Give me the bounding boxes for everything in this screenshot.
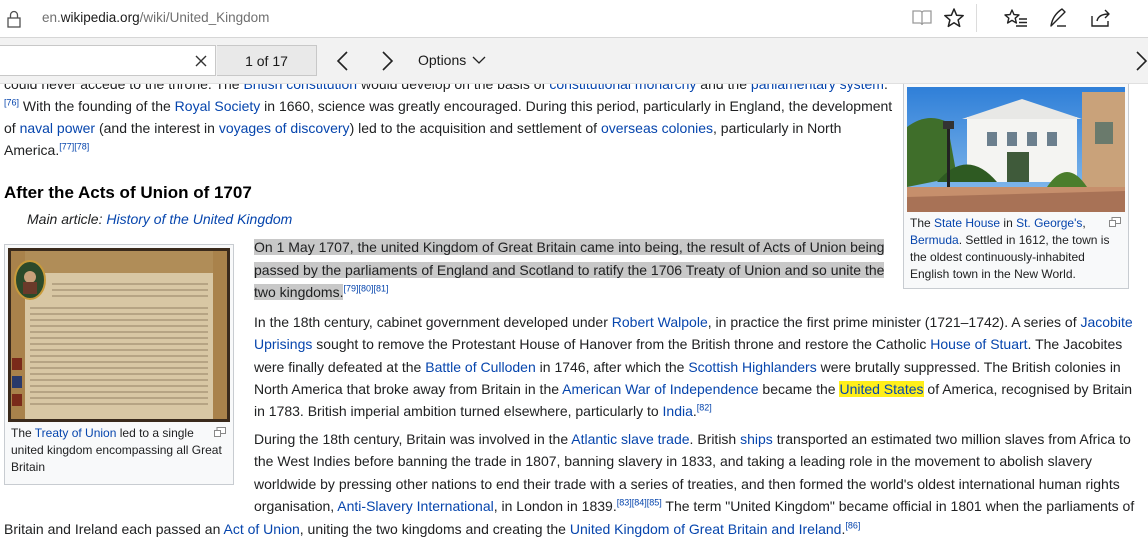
- citation-link[interactable]: [86]: [845, 520, 860, 530]
- pen-icon[interactable]: [1045, 6, 1071, 30]
- citation-link[interactable]: [82]: [697, 403, 712, 413]
- link-house-of-stuart[interactable]: House of Stuart: [930, 336, 1027, 352]
- link-uk-of-great-britain-and-ireland[interactable]: United Kingdom of Great Britain and Irel…: [570, 521, 842, 537]
- text: . British: [689, 431, 741, 447]
- favorites-hub-icon[interactable]: [1003, 6, 1029, 30]
- link-robert-walpole[interactable]: Robert Walpole: [612, 314, 708, 330]
- link-treaty-of-union[interactable]: Treaty of Union: [35, 426, 117, 440]
- link-history-of-uk[interactable]: History of the United Kingdom: [106, 211, 292, 227]
- magnify-icon[interactable]: [214, 427, 226, 437]
- link-overseas-colonies[interactable]: overseas colonies: [601, 120, 713, 136]
- thumbnail-caption: The Treaty of Union led to a single unit…: [8, 422, 230, 476]
- text: , in London in 1839.: [493, 497, 617, 514]
- treaty-of-union-image[interactable]: [8, 248, 230, 422]
- citation-link[interactable]: [77][78]: [59, 141, 89, 151]
- options-dropdown[interactable]: Options: [418, 52, 486, 68]
- chevron-left-icon[interactable]: [333, 50, 353, 72]
- share-icon[interactable]: [1088, 6, 1114, 30]
- thumbnail-caption: The State House in St. George's, Bermuda…: [907, 212, 1125, 283]
- chevron-right-icon[interactable]: [377, 50, 397, 72]
- close-icon[interactable]: [193, 53, 209, 69]
- paragraph-18th-century: In the 18th century, cabinet government …: [254, 311, 1139, 422]
- text: sought to remove the Protestant: [312, 336, 520, 353]
- link-naval-power[interactable]: naval power: [20, 120, 96, 136]
- citation-link[interactable]: [79][80][81]: [343, 283, 388, 293]
- text: in 1746, after which the: [535, 358, 689, 375]
- paragraph-slave-trade: During the 18th century, Britain was inv…: [254, 428, 1139, 517]
- favorite-star-icon[interactable]: [941, 6, 967, 30]
- text: , in practice the first prime minister (…: [707, 314, 1081, 330]
- paragraph-restoration: could never accede to the throne. The Br…: [4, 84, 894, 161]
- link-battle-of-culloden[interactable]: Battle of Culloden: [425, 359, 536, 375]
- link-india[interactable]: India: [663, 403, 693, 419]
- link-voyages-of-discovery[interactable]: voyages of discovery: [219, 120, 350, 136]
- url-host: wikipedia.org: [60, 10, 140, 25]
- url-prefix: en.: [42, 10, 61, 25]
- text: (and the interest in: [95, 120, 219, 136]
- text: could never accede to the throne. The: [4, 84, 244, 92]
- options-label: Options: [418, 52, 467, 68]
- link-royal-society[interactable]: Royal Society: [175, 98, 261, 114]
- reading-view-icon[interactable]: [909, 6, 935, 30]
- link-house-of-hanover[interactable]: House of Hanover: [519, 336, 632, 352]
- link-act-of-union[interactable]: Act of Union: [224, 521, 300, 537]
- paragraph-slave-trade-continued: Britain and Ireland each passed an Act o…: [4, 518, 1144, 540]
- text: Britain and Ireland each passed an: [4, 521, 224, 537]
- thumbnail-bermuda: The State House in St. George's, Bermuda…: [903, 84, 1129, 289]
- lock-icon: [7, 10, 21, 28]
- text: would develop on the basis of: [357, 84, 550, 92]
- link-bermuda[interactable]: Bermuda: [910, 233, 959, 247]
- link-united-states[interactable]: United States: [839, 380, 924, 397]
- text: In the 18th century, cabinet government …: [254, 314, 612, 330]
- text: The: [11, 426, 35, 440]
- url-path: /wiki/United_Kingdom: [139, 10, 270, 25]
- thumbnail-treaty: The Treaty of Union led to a single unit…: [4, 244, 234, 485]
- hatnote: Main article: History of the United King…: [27, 208, 292, 230]
- text: and the: [696, 84, 751, 92]
- article-content: could never accede to the throne. The Br…: [0, 84, 1148, 549]
- link-american-war-of-independence[interactable]: American War of Independence: [562, 381, 758, 397]
- match-count: 1 of 17: [217, 45, 317, 76]
- text: The: [910, 216, 935, 230]
- link-st-georges[interactable]: St. George's: [1016, 216, 1082, 230]
- text: The term "United Kingdom" became officia…: [661, 497, 1135, 514]
- chevron-down-icon: [472, 56, 486, 64]
- hatnote-prefix: Main article:: [27, 211, 107, 227]
- link-anti-slavery-international[interactable]: Anti-Slavery International: [337, 498, 493, 514]
- link-state-house[interactable]: State House: [934, 216, 1000, 230]
- text: , uniting the two kingdoms and creating …: [299, 521, 570, 537]
- link-scottish-highlanders[interactable]: Scottish Highlanders: [688, 359, 816, 375]
- url-field[interactable]: en.wikipedia.org/wiki/United_Kingdom: [42, 10, 269, 25]
- find-bar: 1 of 17 Options: [0, 38, 1148, 84]
- paragraph-acts-of-union: On 1 May 1707, the united Kingdom of Gre…: [254, 236, 886, 304]
- toolbar-separator: [976, 4, 977, 32]
- text: in: [1000, 216, 1017, 230]
- section-heading: After the Acts of Union of 1707: [4, 183, 252, 202]
- state-house-image[interactable]: [907, 87, 1125, 212]
- text: ) led to the acquisition and settlement …: [349, 120, 601, 136]
- text: With the founding of the: [19, 98, 175, 114]
- text: from the British throne and restore the …: [632, 336, 931, 353]
- link-constitutional-monarchy[interactable]: constitutional monarchy: [549, 84, 696, 92]
- link-atlantic-slave-trade[interactable]: Atlantic slave trade: [571, 431, 689, 447]
- text: became the: [758, 380, 840, 397]
- text: .: [883, 84, 888, 92]
- citation-link[interactable]: [76]: [4, 97, 19, 107]
- address-bar: en.wikipedia.org/wiki/United_Kingdom: [0, 0, 1148, 38]
- link-ships[interactable]: ships: [740, 431, 773, 447]
- chevron-right-icon[interactable]: [1134, 50, 1148, 72]
- link-british-constitution[interactable]: British constitution: [243, 84, 357, 92]
- text: ,: [1082, 216, 1086, 230]
- link-parliamentary-system[interactable]: parliamentary system: [751, 84, 884, 92]
- find-input[interactable]: [0, 45, 216, 76]
- text: During the 18th century, Britain was inv…: [254, 431, 572, 447]
- magnify-icon[interactable]: [1109, 217, 1121, 227]
- citation-link[interactable]: [83][84][85]: [617, 497, 662, 507]
